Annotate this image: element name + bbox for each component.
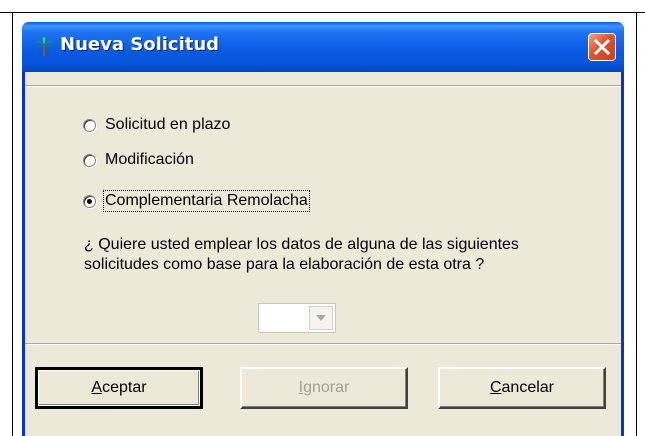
ignore-button[interactable]: Ignorar — [240, 367, 408, 409]
ignore-label: gnorar — [303, 379, 350, 396]
bottom-separator — [25, 343, 621, 345]
radio-circle[interactable] — [83, 194, 96, 208]
radio-modificacion[interactable]: Modificación — [83, 149, 194, 171]
radio-label: Solicitud en plazo — [105, 116, 231, 133]
frame-top-line — [0, 12, 645, 13]
close-icon — [593, 38, 611, 56]
question-text: ¿ Quiere usted emplear los datos de algu… — [84, 236, 519, 273]
accept-mnemonic: A — [91, 379, 103, 396]
base-request-combobox[interactable] — [258, 303, 336, 333]
title-bar[interactable]: Nueva Solicitud — [22, 22, 624, 72]
accept-button[interactable]: Aceptar — [35, 367, 203, 409]
cancel-mnemonic: C — [489, 379, 502, 396]
radio-solicitud-en-plazo[interactable]: Solicitud en plazo — [83, 114, 230, 136]
radio-circle[interactable] — [83, 153, 96, 167]
radio-complementaria-remolacha[interactable]: Complementaria Remolacha — [83, 190, 310, 212]
combo-dropdown-button[interactable] — [309, 306, 333, 330]
top-separator — [25, 85, 621, 87]
cancel-label: ancelar — [501, 379, 555, 396]
radio-label: Complementaria Remolacha — [103, 190, 310, 212]
palm-tree-icon — [33, 36, 55, 58]
cancel-button[interactable]: Cancelar — [438, 367, 606, 409]
close-button[interactable] — [588, 33, 616, 61]
window-title: Nueva Solicitud — [60, 34, 220, 55]
radio-circle[interactable] — [83, 118, 96, 132]
chevron-down-icon — [316, 315, 326, 321]
dialog-window: Nueva Solicitud Solicitud en plazo Modif… — [22, 22, 624, 436]
accept-label: ceptar — [102, 379, 147, 396]
radio-label: Modificación — [105, 151, 194, 168]
radio-selected-dot — [87, 198, 92, 204]
frame-left-line — [12, 12, 13, 436]
frame-right-line — [636, 12, 637, 436]
